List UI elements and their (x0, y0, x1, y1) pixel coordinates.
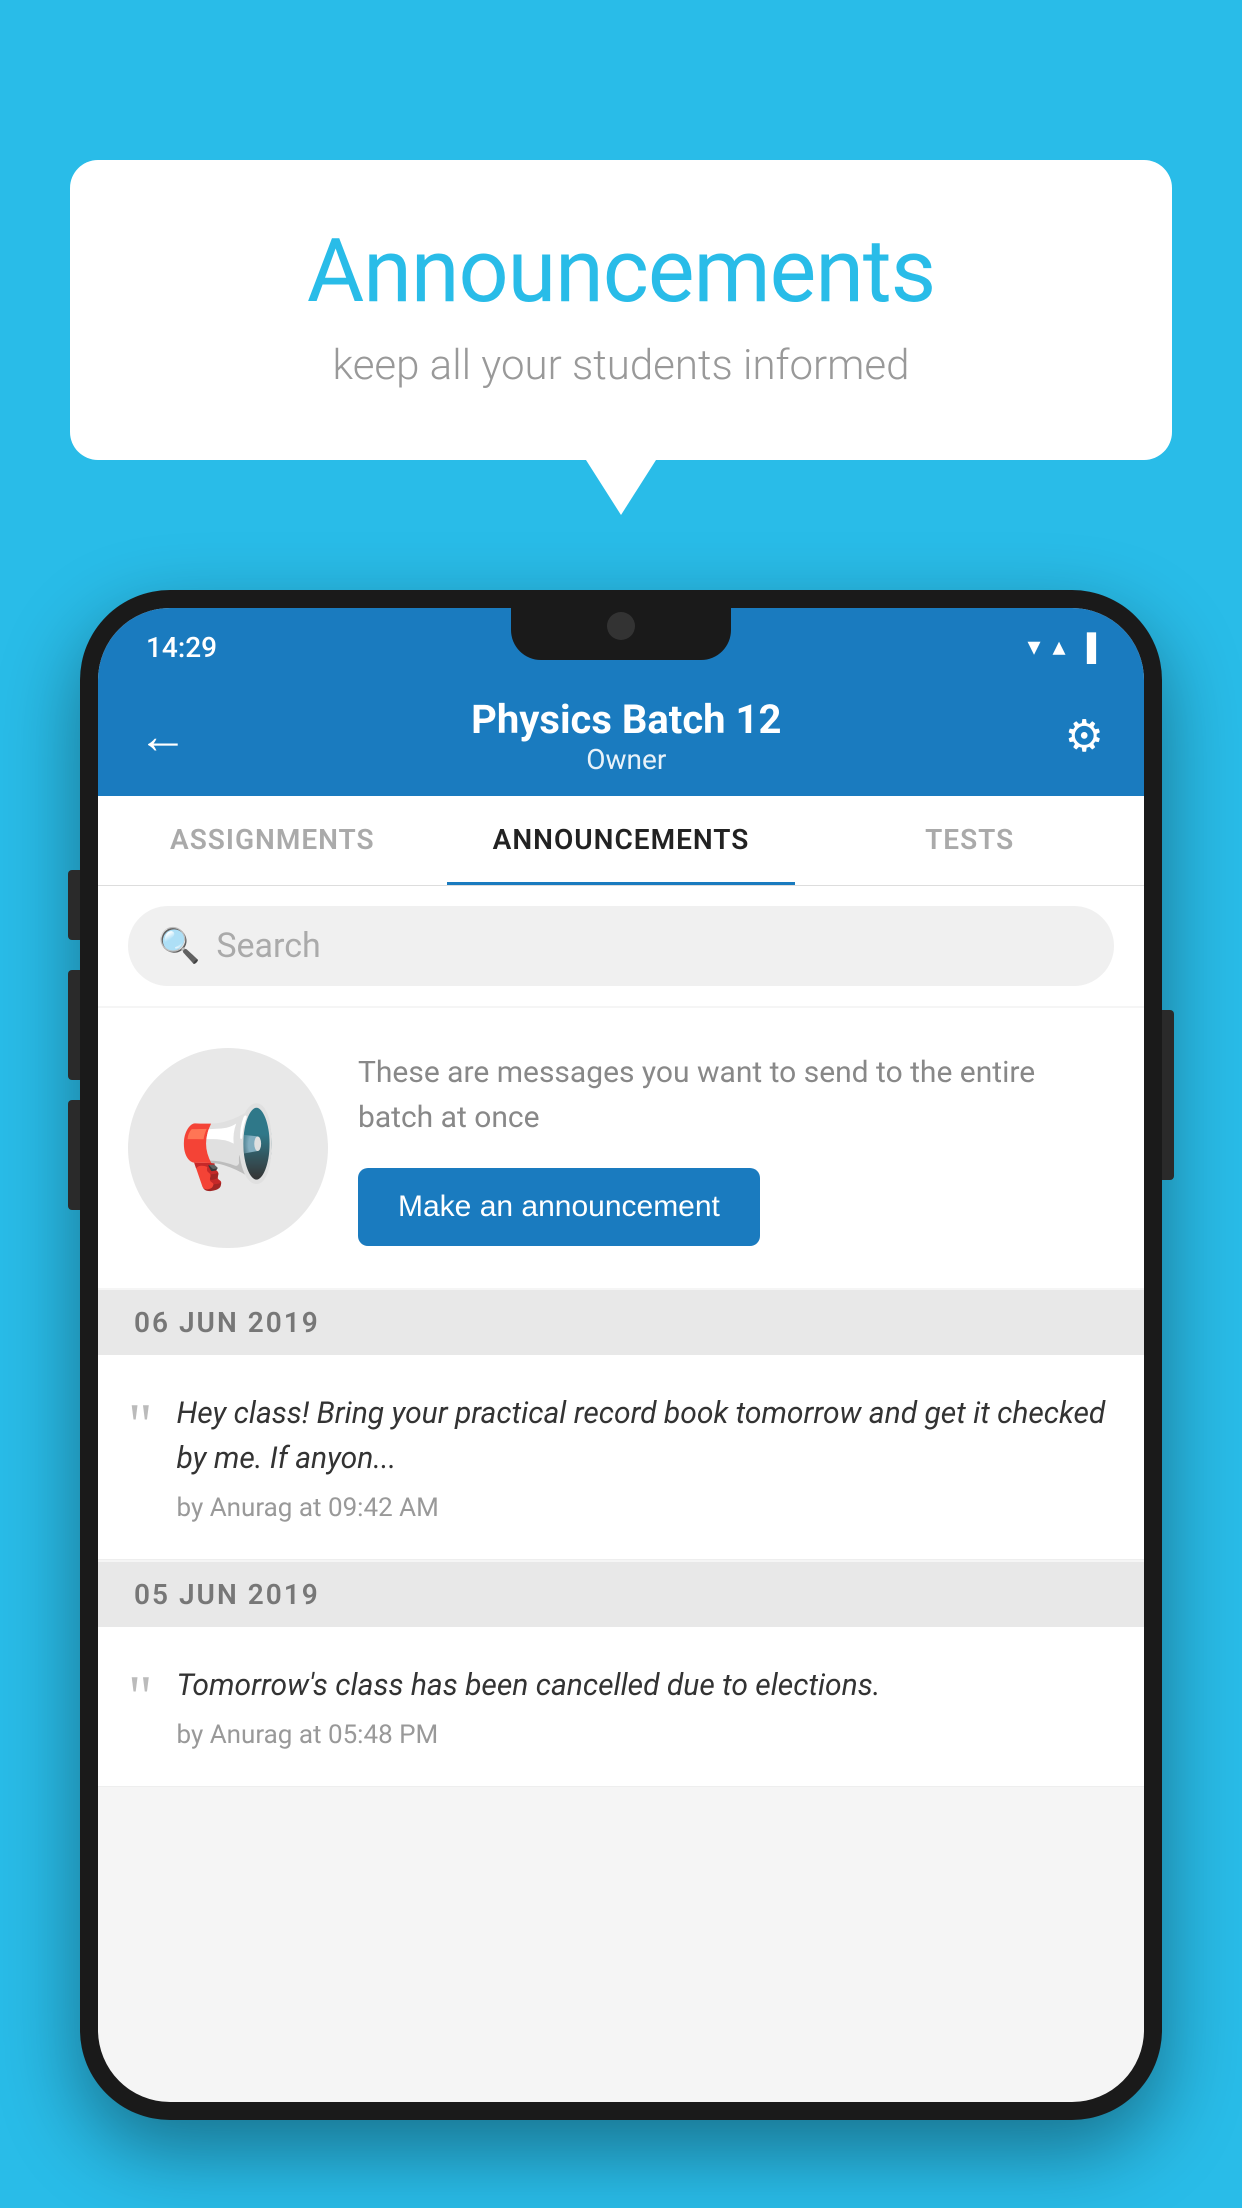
announcement-item-1[interactable]: " Hey class! Bring your practical record… (98, 1355, 1144, 1560)
signal-icon: ▴ (1053, 632, 1066, 662)
promo-right: These are messages you want to send to t… (358, 1050, 1114, 1246)
megaphone-icon: 📢 (178, 1101, 278, 1195)
phone-button-power (1162, 1010, 1174, 1180)
announcement-content-1: Hey class! Bring your practical record b… (177, 1391, 1115, 1523)
quote-icon-1: " (128, 1395, 153, 1455)
app-bar-subtitle: Owner (471, 743, 781, 776)
announcement-text-1: Hey class! Bring your practical record b… (177, 1391, 1115, 1481)
tabs-bar: ASSIGNMENTS ANNOUNCEMENTS TESTS (98, 796, 1144, 886)
announcement-text-2: Tomorrow's class has been cancelled due … (177, 1663, 881, 1708)
battery-icon: ▐ (1078, 632, 1096, 663)
search-bar-wrapper: 🔍 Search (98, 886, 1144, 1006)
settings-icon[interactable]: ⚙ (1065, 710, 1104, 762)
announcement-content-2: Tomorrow's class has been cancelled due … (177, 1663, 881, 1750)
phone-button-vol-up (68, 970, 80, 1080)
quote-icon-2: " (128, 1667, 153, 1727)
phone-camera (607, 612, 635, 640)
phone-screen: 14:29 ▾ ▴ ▐ ← Physics Batch 12 Owner ⚙ (98, 608, 1144, 2102)
tab-announcements[interactable]: ANNOUNCEMENTS (447, 796, 796, 885)
content-area: 🔍 Search 📢 These are messages you want t… (98, 886, 1144, 1787)
speech-bubble-tail (586, 460, 656, 515)
search-input[interactable]: Search (216, 926, 320, 966)
date-divider-june6: 06 JUN 2019 (98, 1290, 1144, 1355)
announcement-meta-2: by Anurag at 05:48 PM (177, 1720, 881, 1750)
speech-bubble-card: Announcements keep all your students inf… (70, 160, 1172, 460)
make-announcement-button[interactable]: Make an announcement (358, 1168, 760, 1246)
phone-button-mute (68, 870, 80, 940)
phone-mockup: 14:29 ▾ ▴ ▐ ← Physics Batch 12 Owner ⚙ (80, 590, 1162, 2208)
bubble-subtitle: keep all your students informed (150, 341, 1092, 390)
promo-icon-circle: 📢 (128, 1048, 328, 1248)
search-bar[interactable]: 🔍 Search (128, 906, 1114, 986)
status-icons: ▾ ▴ ▐ (1027, 632, 1096, 663)
status-time: 14:29 (146, 631, 217, 664)
phone-button-vol-down (68, 1100, 80, 1210)
speech-bubble-section: Announcements keep all your students inf… (70, 160, 1172, 515)
back-button[interactable]: ← (138, 707, 188, 766)
app-bar-center: Physics Batch 12 Owner (471, 696, 781, 776)
promo-description: These are messages you want to send to t… (358, 1050, 1114, 1140)
announcement-item-2[interactable]: " Tomorrow's class has been cancelled du… (98, 1627, 1144, 1787)
search-icon: 🔍 (158, 926, 200, 966)
date-divider-june5: 05 JUN 2019 (98, 1562, 1144, 1627)
tab-assignments[interactable]: ASSIGNMENTS (98, 796, 447, 885)
tab-tests[interactable]: TESTS (795, 796, 1144, 885)
phone-outer-frame: 14:29 ▾ ▴ ▐ ← Physics Batch 12 Owner ⚙ (80, 590, 1162, 2120)
announcement-meta-1: by Anurag at 09:42 AM (177, 1493, 1115, 1523)
app-bar: ← Physics Batch 12 Owner ⚙ (98, 676, 1144, 796)
announcement-promo: 📢 These are messages you want to send to… (98, 1008, 1144, 1288)
app-bar-title: Physics Batch 12 (471, 696, 781, 743)
wifi-icon: ▾ (1027, 632, 1040, 662)
bubble-title: Announcements (150, 220, 1092, 323)
